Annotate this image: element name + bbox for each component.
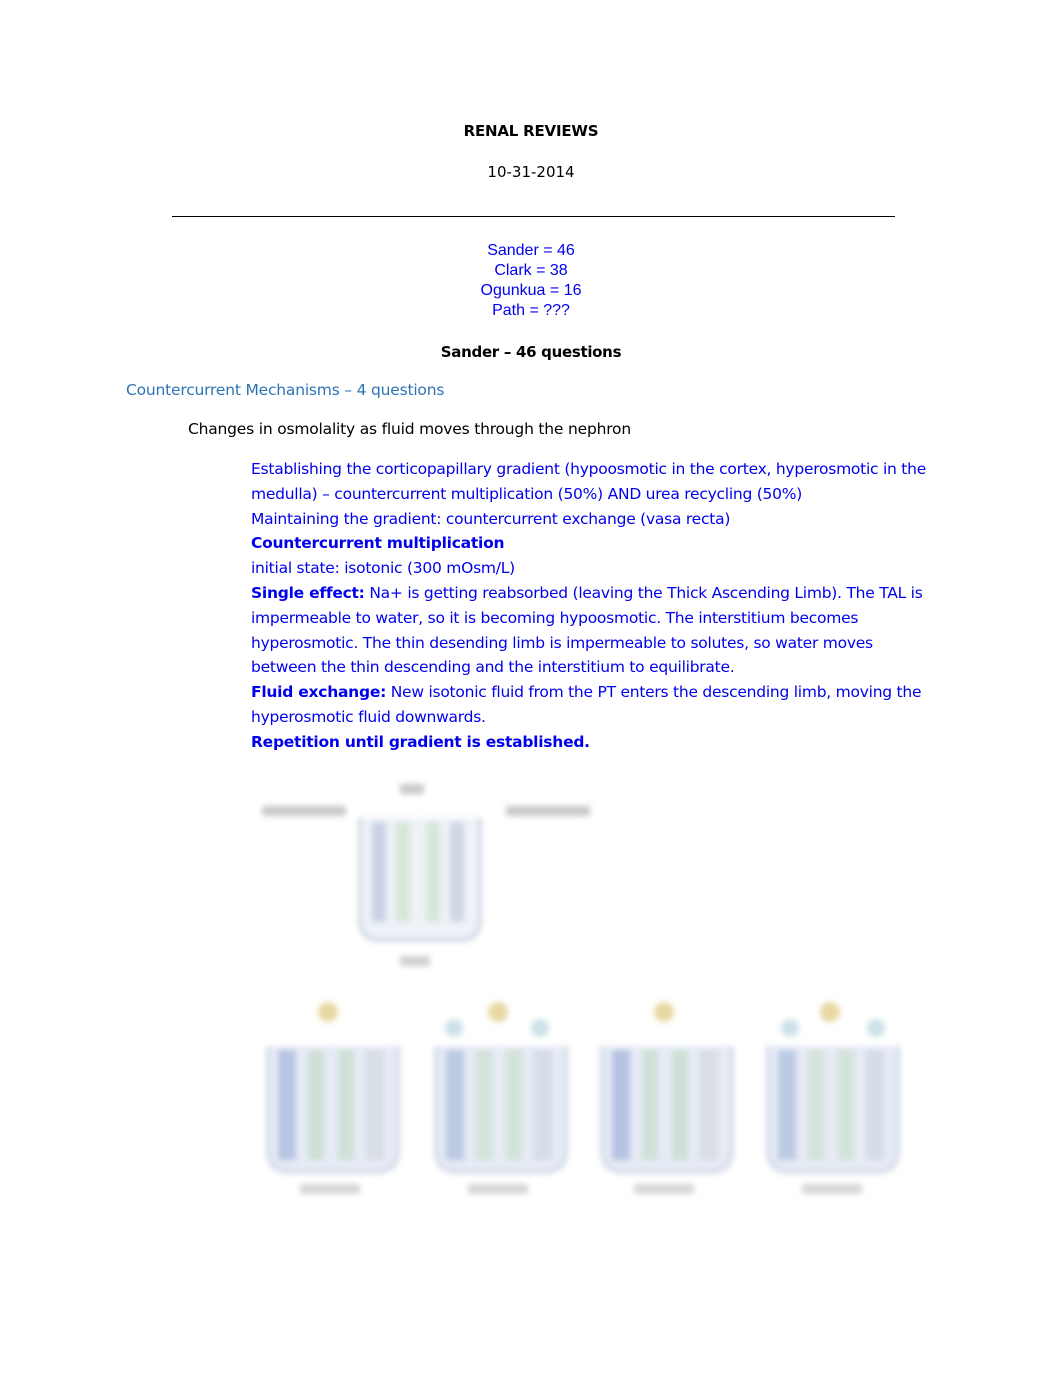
topic-heading: Changes in osmolality as fluid moves thr… [188,420,631,438]
diagram-panel-3 [600,1002,734,1194]
diagram-panel-2 [434,1002,568,1194]
note-gradient-establishing: Establishing the corticopapillary gradie… [251,460,926,503]
note-initial-state: initial state: isotonic (300 mOsm/L) [251,559,515,578]
note-single-effect: Single effect: Na+ is getting reabsorbed… [251,581,931,680]
document-date: 10-31-2014 [487,163,575,181]
document-page: RENAL REVIEWS 10-31-2014 Sander = 46 Cla… [0,0,1062,1377]
horizontal-rule [172,216,895,217]
document-title: RENAL REVIEWS [463,122,599,140]
fluid-exchange-label: Fluid exchange: [251,683,387,702]
count-sander: Sander = 46 [487,242,575,259]
subsection-heading: Countercurrent Mechanisms – 4 questions [126,381,445,399]
note-gradient-maintaining: Maintaining the gradient: countercurrent… [251,509,731,528]
count-ogunkua: Ogunkua = 16 [480,282,582,299]
notes-block: Establishing the corticopapillary gradie… [251,457,931,755]
diagram-panel-top [262,784,590,966]
single-effect-label: Single effect: [251,583,365,602]
count-clark: Clark = 38 [494,262,568,279]
diagram-panel-4 [766,1002,900,1194]
count-path: Path = ??? [492,302,570,319]
note-fluid-exchange: Fluid exchange: New isotonic fluid from … [251,680,931,730]
question-counts: Sander = 46 Clark = 38 Ogunkua = 16 Path… [0,241,1062,321]
countercurrent-diagram [262,784,900,1194]
section-title: Sander – 46 questions [440,343,622,361]
note-repetition: Repetition until gradient is established… [251,732,590,751]
note-cc-multiplication-heading: Countercurrent multiplication [251,534,505,553]
diagram-panel-1 [266,1002,400,1194]
